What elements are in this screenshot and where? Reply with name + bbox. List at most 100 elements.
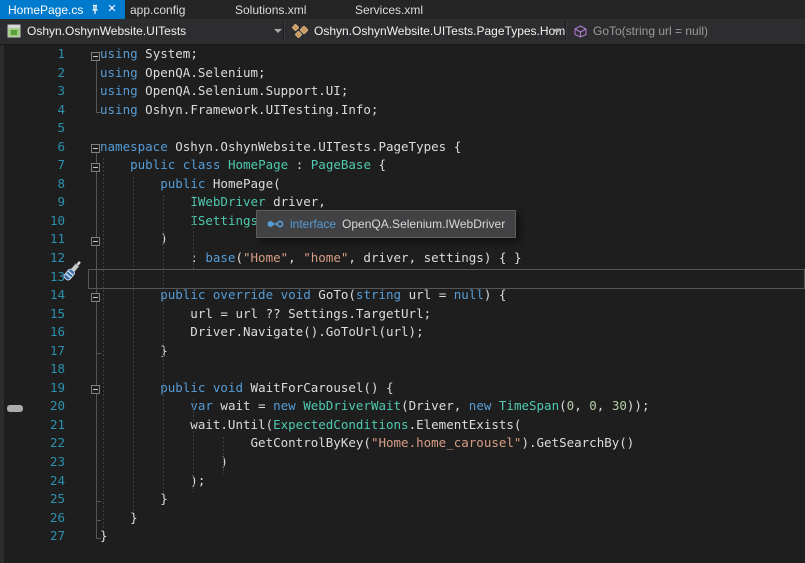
code-line[interactable]: 20 var wait = new WebDriverWait(Driver, …: [0, 397, 805, 416]
member-dropdown[interactable]: GoTo(string url = null): [567, 19, 805, 43]
line-number[interactable]: 7: [0, 156, 65, 175]
outline-margin-line: [96, 56, 97, 112]
line-number[interactable]: 1: [0, 45, 65, 64]
code-text: using System;: [100, 45, 198, 64]
code-line[interactable]: 2 using OpenQA.Selenium;: [0, 64, 805, 83]
type-dropdown-label: Oshyn.OshynWebsite.UITests.PageTypes.Hom: [314, 24, 565, 38]
tab-homepage-cs[interactable]: HomePage.cs ✕: [0, 0, 125, 19]
code-text: using OpenQA.Selenium.Support.UI;: [100, 82, 348, 101]
line-number[interactable]: 15: [0, 305, 65, 324]
type-dropdown[interactable]: Oshyn.OshynWebsite.UITests.PageTypes.Hom: [285, 19, 570, 43]
code-line[interactable]: 14 public override void GoTo(string url …: [0, 286, 805, 305]
code-text: public HomePage(: [100, 175, 281, 194]
line-number[interactable]: 26: [0, 509, 65, 528]
code-line[interactable]: 18: [0, 360, 805, 379]
code-line[interactable]: 23 ): [0, 453, 805, 472]
outline-elbow: [96, 112, 101, 113]
code-line[interactable]: 3 using OpenQA.Selenium.Support.UI;: [0, 82, 805, 101]
code-line[interactable]: 25 }: [0, 490, 805, 509]
code-text: }: [100, 527, 108, 546]
fold-toggle[interactable]: [91, 52, 100, 61]
tab-bar: HomePage.cs ✕ app.config Solutions.xml S…: [0, 0, 805, 19]
outline-margin-line: [96, 149, 97, 539]
fold-toggle[interactable]: [91, 163, 100, 172]
code-text: );: [100, 472, 205, 491]
line-number[interactable]: 8: [0, 175, 65, 194]
code-text: var wait = new WebDriverWait(Driver, new…: [100, 397, 649, 416]
fold-toggle[interactable]: [91, 293, 100, 302]
chevron-down-icon: [274, 29, 282, 33]
member-dropdown-label: GoTo(string url = null): [593, 24, 708, 38]
code-line[interactable]: 7 public class HomePage : PageBase {: [0, 156, 805, 175]
tooltip-text: OpenQA.Selenium.IWebDriver: [342, 217, 505, 231]
line-number[interactable]: 13: [0, 268, 65, 287]
code-text: using OpenQA.Selenium;: [100, 64, 266, 83]
line-number[interactable]: 18: [0, 360, 65, 379]
indent-guide: [223, 437, 224, 474]
fold-toggle[interactable]: [91, 385, 100, 394]
method-icon: [574, 25, 587, 38]
code-line[interactable]: 6 namespace Oshyn.OshynWebsite.UITests.Pa…: [0, 138, 805, 157]
line-number[interactable]: 27: [0, 527, 65, 546]
code-line[interactable]: 24 );: [0, 472, 805, 491]
code-line[interactable]: 22 GetControlByKey("Home.home_carousel")…: [0, 434, 805, 453]
line-number[interactable]: 3: [0, 82, 65, 101]
line-number[interactable]: 25: [0, 490, 65, 509]
current-line-highlight: [88, 269, 805, 289]
project-dropdown[interactable]: Oshyn.OshynWebsite.UITests: [0, 19, 283, 43]
code-editor[interactable]: 1 using System; 2 using OpenQA.Selenium; 3 us…: [0, 45, 805, 563]
navigation-bar: Oshyn.OshynWebsite.UITests Oshyn.OshynWe…: [0, 19, 805, 45]
code-text: GetControlByKey("Home.home_carousel").Ge…: [100, 434, 634, 453]
fold-toggle[interactable]: [91, 144, 100, 153]
code-text: Driver.Navigate().GoToUrl(url);: [100, 323, 424, 342]
line-number[interactable]: 19: [0, 379, 65, 398]
outline-elbow: [96, 520, 101, 521]
code-line[interactable]: 1 using System;: [0, 45, 805, 64]
line-number[interactable]: 9: [0, 193, 65, 212]
class-icon: [292, 24, 308, 38]
line-number[interactable]: 17: [0, 342, 65, 361]
line-number[interactable]: 22: [0, 434, 65, 453]
code-text: }: [100, 509, 138, 528]
code-text: namespace Oshyn.OshynWebsite.UITests.Pag…: [100, 138, 461, 157]
line-number[interactable]: 6: [0, 138, 65, 157]
code-line[interactable]: 4using Oshyn.Framework.UITesting.Info;: [0, 101, 805, 120]
line-number[interactable]: 2: [0, 64, 65, 83]
chevron-down-icon: [553, 29, 561, 33]
indent-guide: [133, 177, 134, 511]
line-number[interactable]: 10: [0, 212, 65, 231]
tab-label: Solutions.xml: [235, 3, 306, 17]
line-number[interactable]: 23: [0, 453, 65, 472]
code-line[interactable]: 21 wait.Until(ExpectedConditions.Element…: [0, 416, 805, 435]
code-line[interactable]: 19 public void WaitForCarousel() {: [0, 379, 805, 398]
code-lines[interactable]: 1 using System; 2 using OpenQA.Selenium; 3 us…: [0, 45, 805, 546]
indent-guide: [193, 195, 194, 269]
line-number[interactable]: 14: [0, 286, 65, 305]
line-number[interactable]: 16: [0, 323, 65, 342]
code-line[interactable]: 27}: [0, 527, 805, 546]
code-text: public class HomePage : PageBase {: [100, 156, 386, 175]
code-line[interactable]: 16 Driver.Navigate().GoToUrl(url);: [0, 323, 805, 342]
line-number[interactable]: 24: [0, 472, 65, 491]
editor-left-margin: [0, 45, 4, 563]
tab-label: Services.xml: [355, 3, 423, 17]
code-line[interactable]: 15 url = url ?? Settings.TargetUrl;: [0, 305, 805, 324]
line-number[interactable]: 21: [0, 416, 65, 435]
code-line[interactable]: 17 }: [0, 342, 805, 361]
code-line[interactable]: 12 : base("Home", "home", driver, settin…: [0, 249, 805, 268]
tab-app-config[interactable]: app.config: [130, 0, 185, 19]
line-number[interactable]: 5: [0, 119, 65, 138]
pin-icon[interactable]: [90, 4, 100, 15]
tab-solutions-xml[interactable]: Solutions.xml: [235, 0, 306, 19]
bookmark-marker: [7, 405, 23, 412]
fold-toggle[interactable]: [91, 237, 100, 246]
code-line[interactable]: 8 public HomePage(: [0, 175, 805, 194]
line-number[interactable]: 4: [0, 101, 65, 120]
line-number[interactable]: 12: [0, 249, 65, 268]
code-line[interactable]: 26 }: [0, 509, 805, 528]
code-line[interactable]: 5: [0, 119, 805, 138]
close-icon[interactable]: ✕: [107, 4, 116, 15]
line-number[interactable]: 11: [0, 230, 65, 249]
tab-services-xml[interactable]: Services.xml: [355, 0, 423, 19]
indent-guide: [163, 195, 164, 492]
